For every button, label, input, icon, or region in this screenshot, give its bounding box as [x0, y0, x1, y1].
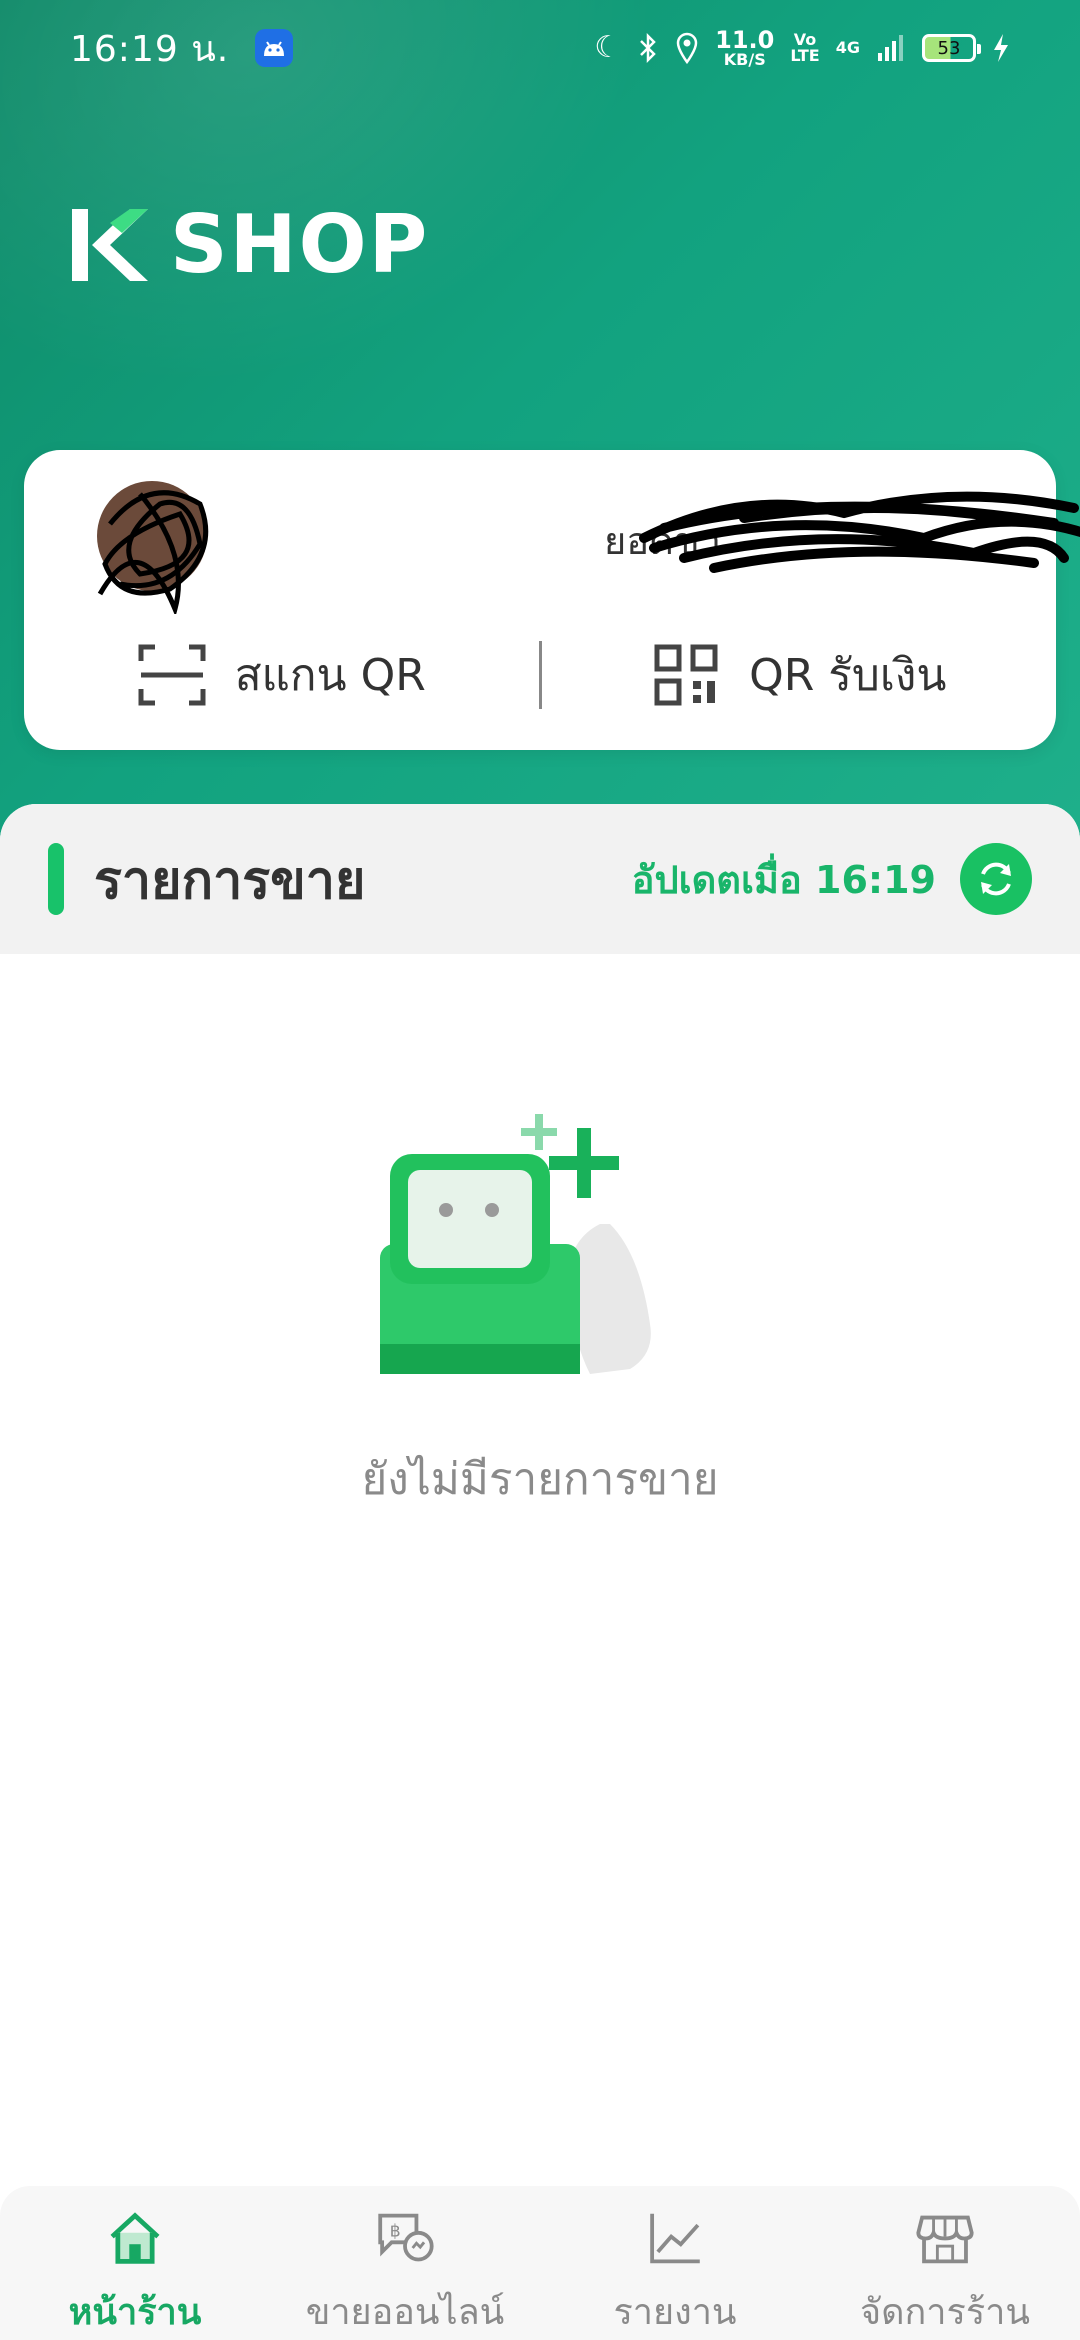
card-actions: สแกน QR QR รับเงิน — [24, 625, 1056, 725]
shop-avatar-redacted[interactable] — [80, 464, 230, 614]
online-sale-chat-icon: ฿ — [378, 2213, 434, 2262]
empty-sales-message: ยังไม่มีรายการขาย — [361, 1454, 719, 1505]
status-bar: 16:19 น. ☾ 11.0 KB/S Vo LTE 4G 53 — [0, 0, 1080, 96]
nav-label-manage-store: จัดการร้าน — [860, 2292, 1030, 2333]
refresh-icon — [981, 862, 1011, 896]
receive-qr-button[interactable]: QR รับเงิน — [542, 640, 1057, 710]
logo-text: SHOP — [170, 198, 430, 291]
network-speed-value: 11.0 — [715, 26, 775, 54]
refresh-button[interactable] — [960, 843, 1032, 915]
shop-card: ยอดขา สแกน QR QR รับเงิน — [24, 450, 1080, 750]
status-indicators: ☾ 11.0 KB/S Vo LTE 4G 53 — [594, 28, 1010, 68]
nav-label-storefront: หน้าร้าน — [68, 2292, 202, 2333]
kshop-logo: SHOP — [70, 205, 429, 285]
sales-list-panel: รายการขาย อัปเดตเมื่อ 16:19 ยังไม่มีรายก… — [0, 804, 1080, 2204]
receive-qr-label: QR รับเงิน — [749, 650, 947, 701]
volte-indicator: Vo LTE — [790, 32, 819, 64]
network-speed-unit: KB/S — [723, 50, 766, 69]
network-speed: 11.0 KB/S — [715, 28, 774, 68]
location-icon — [676, 32, 698, 64]
sales-list-header: รายการขาย อัปเดตเมื่อ 16:19 — [0, 804, 1080, 954]
scan-qr-icon — [138, 644, 206, 706]
store-icon — [916, 2215, 974, 2264]
last-updated-text: อัปเดตเมื่อ 16:19 — [631, 857, 936, 902]
home-icon — [110, 2212, 160, 2264]
svg-text:฿: ฿ — [390, 2222, 401, 2242]
empty-pos-illustration — [380, 1114, 651, 1374]
nav-reports[interactable]: รายงาน — [540, 2186, 810, 2340]
nav-online-sales[interactable]: ฿ ขายออนไลน์ — [270, 2186, 540, 2340]
signal-bars-icon — [878, 35, 903, 61]
nav-label-reports: รายงาน — [613, 2292, 737, 2333]
nav-storefront[interactable]: หน้าร้าน — [0, 2186, 270, 2340]
signal-label: 4G — [835, 38, 860, 57]
status-time: 16:19 น. — [70, 28, 230, 70]
battery-level: 53 — [937, 37, 961, 59]
android-app-icon — [255, 29, 294, 67]
volte-bottom: LTE — [790, 46, 820, 65]
scan-qr-button[interactable]: สแกน QR — [24, 640, 539, 710]
k-logo-mark-icon — [72, 209, 148, 281]
bluetooth-icon — [640, 32, 656, 64]
scan-qr-label: สแกน QR — [234, 650, 426, 701]
report-chart-icon — [650, 2213, 700, 2264]
sales-total-redacted — [639, 491, 1080, 573]
bottom-navigation: หน้าร้าน ฿ ขายออนไลน์ รายงาน จัดการร้าน — [0, 2186, 1080, 2340]
sales-list-title: รายการขาย — [94, 850, 366, 911]
battery-indicator: 53 — [922, 34, 981, 62]
accent-bar — [48, 843, 64, 915]
moon-icon: ☾ — [594, 30, 622, 65]
qr-code-icon — [654, 644, 718, 706]
nav-manage-store[interactable]: จัดการร้าน — [810, 2186, 1080, 2340]
charging-icon — [994, 34, 1008, 62]
nav-label-online-sales: ขายออนไลน์ — [305, 2292, 505, 2333]
signal-indicator: 4G — [836, 40, 860, 56]
